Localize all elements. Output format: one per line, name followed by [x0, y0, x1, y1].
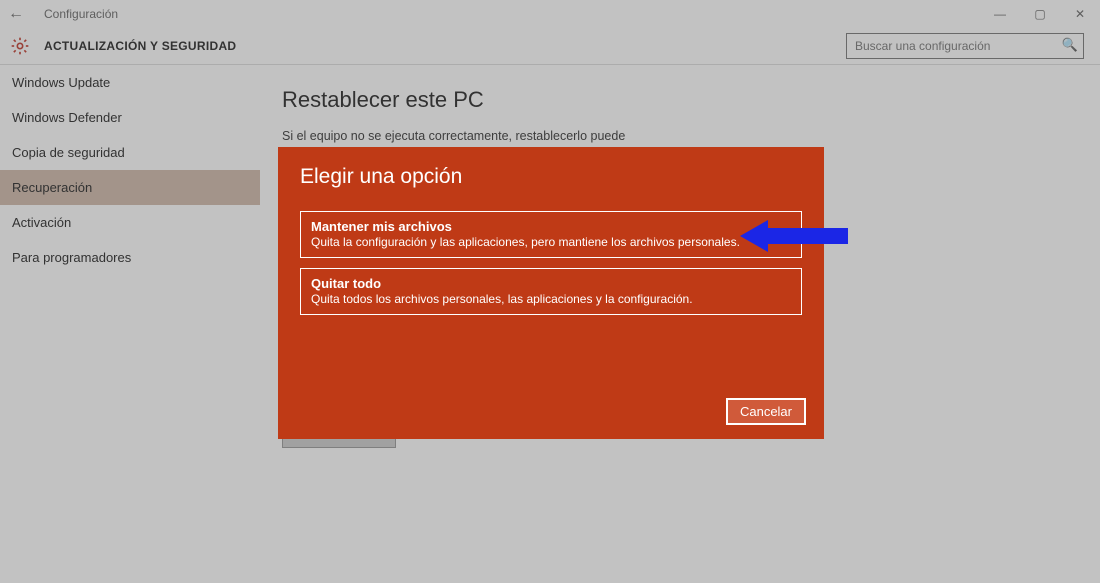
option-remove-everything-title: Quitar todo — [311, 276, 791, 291]
option-keep-files-title: Mantener mis archivos — [311, 219, 791, 234]
dialog-footer: Cancelar — [726, 398, 806, 425]
reset-options-dialog: Elegir una opción Mantener mis archivos … — [278, 147, 824, 439]
cancel-button[interactable]: Cancelar — [726, 398, 806, 425]
option-remove-everything-desc: Quita todos los archivos personales, las… — [311, 292, 791, 306]
option-keep-files[interactable]: Mantener mis archivos Quita la configura… — [300, 211, 802, 258]
option-remove-everything[interactable]: Quitar todo Quita todos los archivos per… — [300, 268, 802, 315]
option-keep-files-desc: Quita la configuración y las aplicacione… — [311, 235, 791, 249]
dialog-title: Elegir una opción — [300, 165, 802, 189]
